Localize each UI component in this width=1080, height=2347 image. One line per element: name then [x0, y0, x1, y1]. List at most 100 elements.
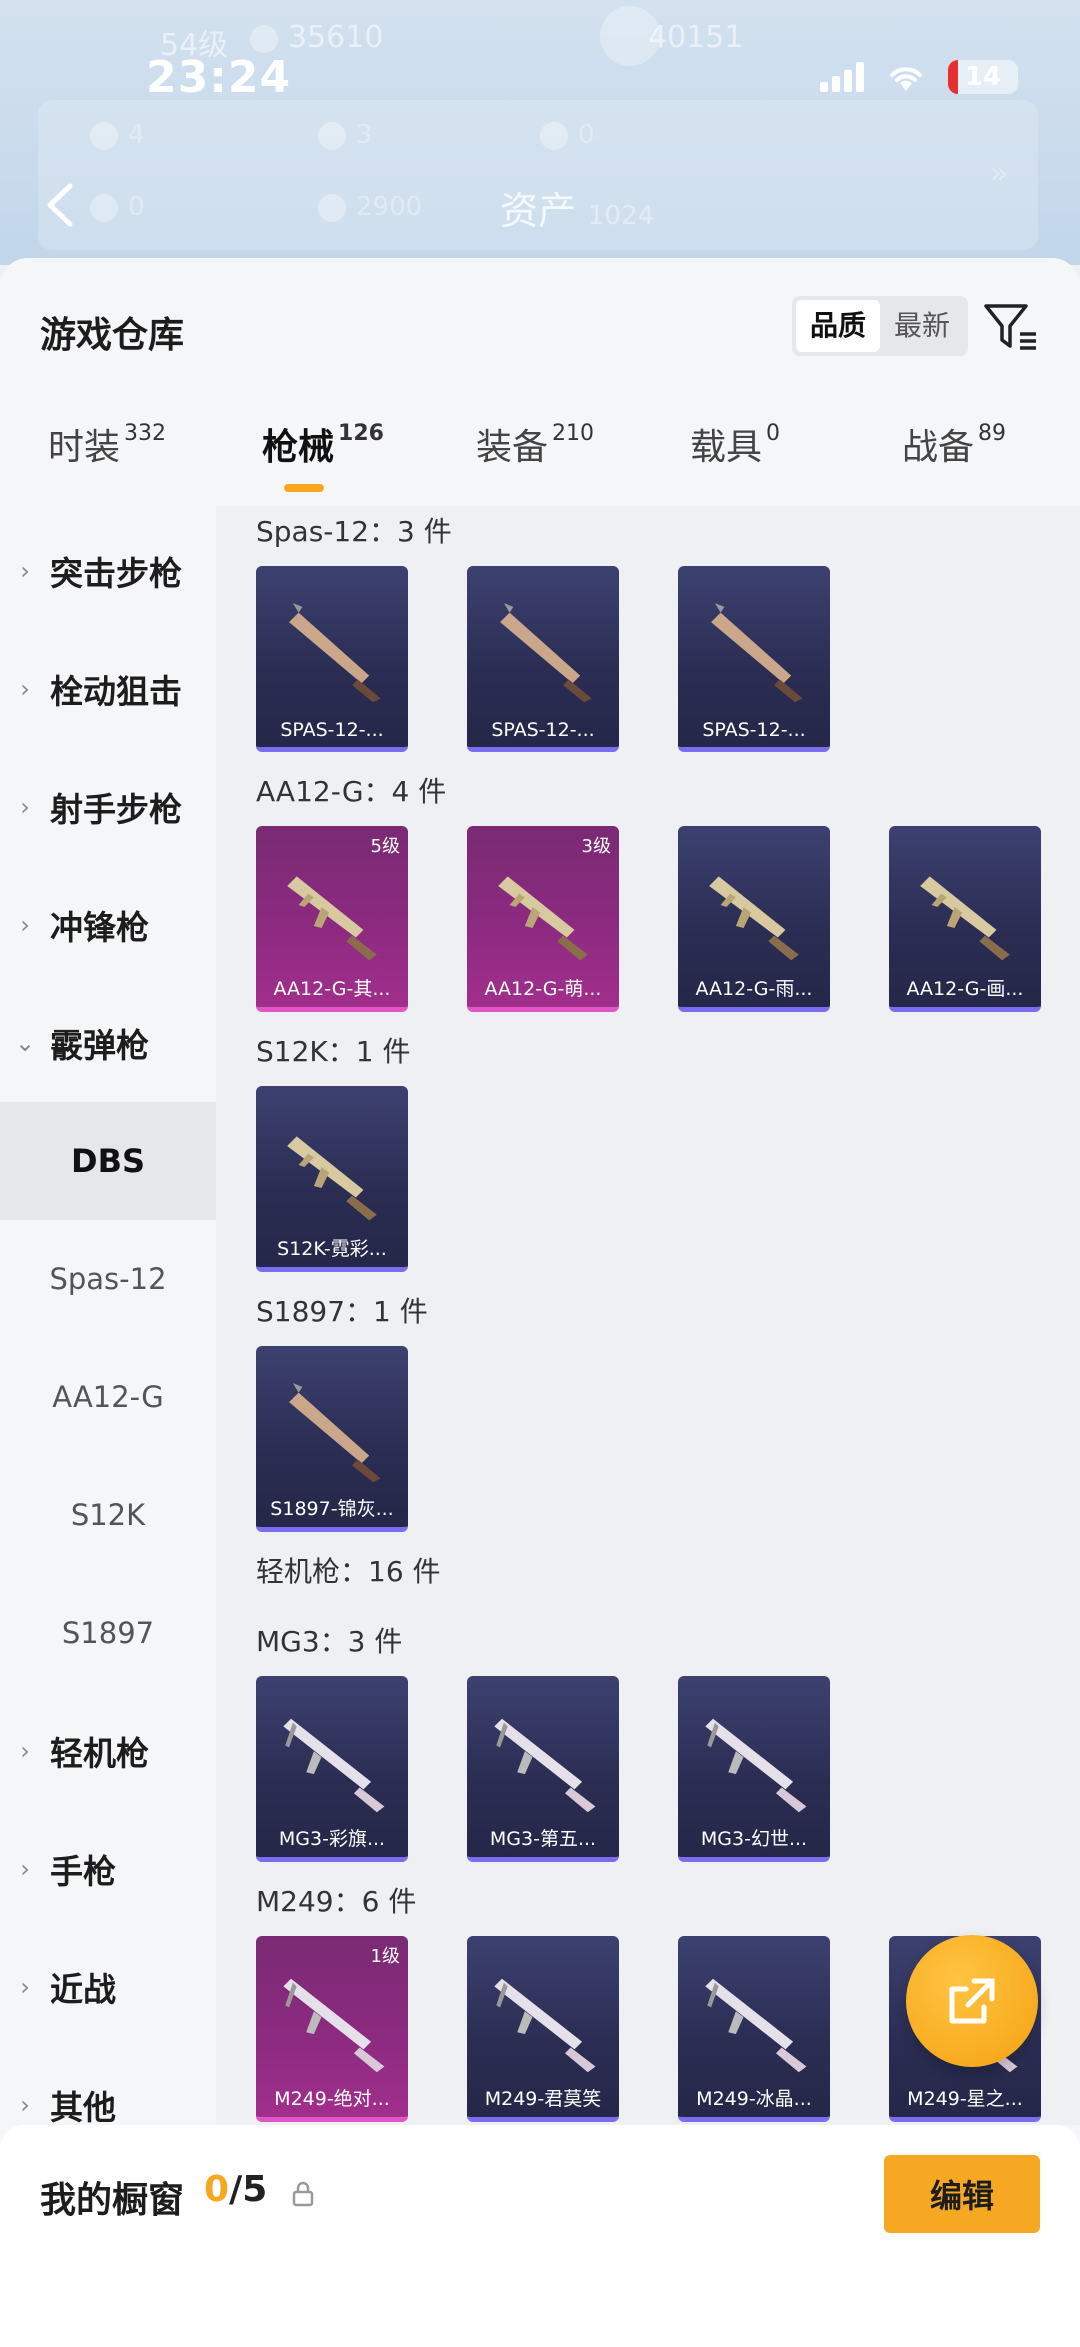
stat-icon: [90, 193, 118, 222]
weapon-card[interactable]: SPAS-12-...: [678, 566, 830, 752]
share-button[interactable]: [906, 1935, 1038, 2067]
sidebar-subitem-s1897[interactable]: S1897: [0, 1574, 216, 1692]
chevron-right-icon: ›: [20, 1855, 30, 1883]
sidebar-item-lmg[interactable]: › 轻机枪: [0, 1692, 216, 1810]
sidebar-item-bolt-sniper[interactable]: › 栓动狙击: [0, 630, 216, 748]
back-arrow-icon[interactable]: [40, 180, 80, 230]
weapon-card[interactable]: S12K-霓彩...: [256, 1086, 408, 1272]
edit-button[interactable]: 编辑: [884, 2155, 1040, 2233]
weapon-card[interactable]: M249-冰晶...: [678, 1936, 830, 2122]
chevron-right-icon: ›: [20, 557, 30, 585]
weapon-image: [920, 876, 1010, 961]
weapon-image: [705, 1978, 807, 2073]
weapon-name: SPAS-12-...: [280, 719, 384, 741]
weapon-image: [500, 603, 592, 703]
sidebar-subitem-dbs[interactable]: DBS: [0, 1102, 216, 1220]
weapon-card[interactable]: 1级 M249-绝对...: [256, 1936, 408, 2122]
weapon-card[interactable]: MG3-彩旗...: [256, 1676, 408, 1862]
weapon-level-badge: 5级: [370, 836, 400, 857]
weapon-card[interactable]: SPAS-12-...: [467, 566, 619, 752]
asset-label: 资产 1024: [500, 189, 655, 233]
stat-icon: [318, 193, 346, 222]
sidebar-item-shotgun[interactable]: ⌄ 霰弹枪: [0, 984, 216, 1102]
weapon-name: SPAS-12-...: [702, 719, 806, 741]
weapon-image: [705, 1718, 807, 1813]
more-chevron-icon: »: [990, 156, 1009, 191]
weapon-card[interactable]: AA12-G-雨...: [678, 826, 830, 1012]
weapon-name: MG3-彩旗...: [278, 1828, 386, 1850]
section-header-lmg: 轻机枪：16 件: [256, 1555, 441, 1588]
weapon-image: [287, 1136, 377, 1221]
sidebar-item-pistol[interactable]: › 手枪: [0, 1810, 216, 1928]
tab-gear[interactable]: 战备 89: [902, 418, 1006, 470]
sidebar-subitem-s12k[interactable]: S12K: [0, 1456, 216, 1574]
sort-quality-option[interactable]: 品质: [796, 300, 881, 352]
sort-toggle: 品质 最新: [792, 296, 969, 356]
weapon-image: [709, 876, 799, 961]
section-header-mg3: MG3：3 件: [256, 1625, 403, 1658]
sidebar-item-marksman-rifle[interactable]: › 射手步枪: [0, 748, 216, 866]
weapon-name: M249-星之...: [907, 2088, 1023, 2110]
weapon-category-sidebar: › 突击步枪 › 栓动狙击 › 射手步枪 › 冲锋枪 ⌄ 霰弹枪 DBS Spas-12 …: [0, 506, 216, 2127]
battery-icon: 14: [948, 60, 1018, 94]
weapon-level-badge: 1级: [370, 1946, 400, 1967]
section-header-m249: M249：6 件: [256, 1885, 417, 1918]
weapon-name: S12K-霓彩...: [277, 1238, 387, 1260]
stat-value: 0: [540, 120, 595, 150]
sort-newest-option[interactable]: 最新: [880, 300, 964, 352]
weapon-grid: Spas-12：3 件 AA12-G：4 件 S12K：1 件 S1897：1 …: [216, 506, 1080, 2125]
weapon-name: AA12-G-萌...: [484, 978, 602, 1000]
sidebar-subitem-aa12g[interactable]: AA12-G: [0, 1338, 216, 1456]
weapon-name: S1897-锦灰...: [270, 1498, 394, 1520]
sidebar-item-melee[interactable]: › 近战: [0, 1928, 216, 2046]
weapon-card[interactable]: SPAS-12-...: [256, 566, 408, 752]
chevron-right-icon: ›: [20, 793, 30, 821]
showcase-count: 0/5: [204, 2169, 268, 2210]
chevron-right-icon: ›: [20, 2091, 30, 2119]
wifi-icon: [890, 67, 922, 91]
stat-value: 2900: [318, 192, 422, 222]
section-header-aa12g: AA12-G：4 件: [256, 775, 447, 808]
weapon-image: [283, 1718, 385, 1813]
weapon-card[interactable]: 5级 AA12-G-其...: [256, 826, 408, 1012]
weapon-card[interactable]: MG3-第五...: [467, 1676, 619, 1862]
weapon-level-badge: 3级: [581, 836, 611, 857]
player-coins: 35610: [250, 20, 383, 55]
sidebar-item-smg[interactable]: › 冲锋枪: [0, 866, 216, 984]
tab-weapons[interactable]: 枪械 126: [262, 418, 384, 492]
weapon-name: AA12-G-雨...: [695, 978, 813, 1000]
weapon-name: M249-绝对...: [274, 2088, 390, 2110]
tab-vehicles[interactable]: 载具 0: [690, 418, 780, 470]
weapon-card[interactable]: MG3-幻世...: [678, 1676, 830, 1862]
weapon-card[interactable]: 3级 AA12-G-萌...: [467, 826, 619, 1012]
weapon-name: M249-冰晶...: [696, 2088, 812, 2110]
chevron-right-icon: ›: [20, 1973, 30, 2001]
tab-equipment[interactable]: 装备 210: [476, 418, 594, 470]
stat-icon: [540, 121, 568, 150]
weapon-image: [498, 876, 588, 961]
sheet-title: 游戏仓库: [40, 315, 185, 356]
sidebar-item-assault-rifle[interactable]: › 突击步枪: [0, 512, 216, 630]
category-tabs: 时装 332 枪械 126 装备 210 载具 0 战备 89: [0, 418, 1080, 506]
weapon-card[interactable]: M249-君莫笑: [467, 1936, 619, 2122]
filter-icon[interactable]: [982, 298, 1040, 356]
lock-icon: [292, 2181, 314, 2207]
weapon-card[interactable]: S1897-锦灰...: [256, 1346, 408, 1532]
weapon-card[interactable]: AA12-G-画...: [889, 826, 1041, 1012]
opponent-coins: 40151: [648, 20, 744, 55]
tab-fashion[interactable]: 时装 332: [48, 418, 166, 470]
section-header-spas12: Spas-12：3 件: [256, 515, 452, 548]
stat-icon: [90, 121, 118, 150]
coin-icon: [250, 24, 278, 53]
chevron-right-icon: ›: [20, 911, 30, 939]
warehouse-sheet: 游戏仓库 品质 最新 时装 332 枪械 126 装备 210 载具 0 战备 89 › 突…: [0, 258, 1080, 2347]
section-header-s12k: S12K：1 件: [256, 1035, 411, 1068]
weapon-name: SPAS-12-...: [491, 719, 595, 741]
weapon-name: AA12-G-画...: [906, 978, 1024, 1000]
sidebar-subitem-spas12[interactable]: Spas-12: [0, 1220, 216, 1338]
profile-header-background: 54级 35610 40151 4 3 0 0 2900 资产 1024 »: [0, 0, 1080, 265]
active-tab-indicator: [284, 484, 324, 492]
showcase-title: 我的橱窗: [40, 2180, 185, 2221]
showcase-footer: 我的橱窗 0/5 编辑: [0, 2125, 1080, 2347]
chevron-down-icon: ⌄: [14, 1029, 36, 1057]
